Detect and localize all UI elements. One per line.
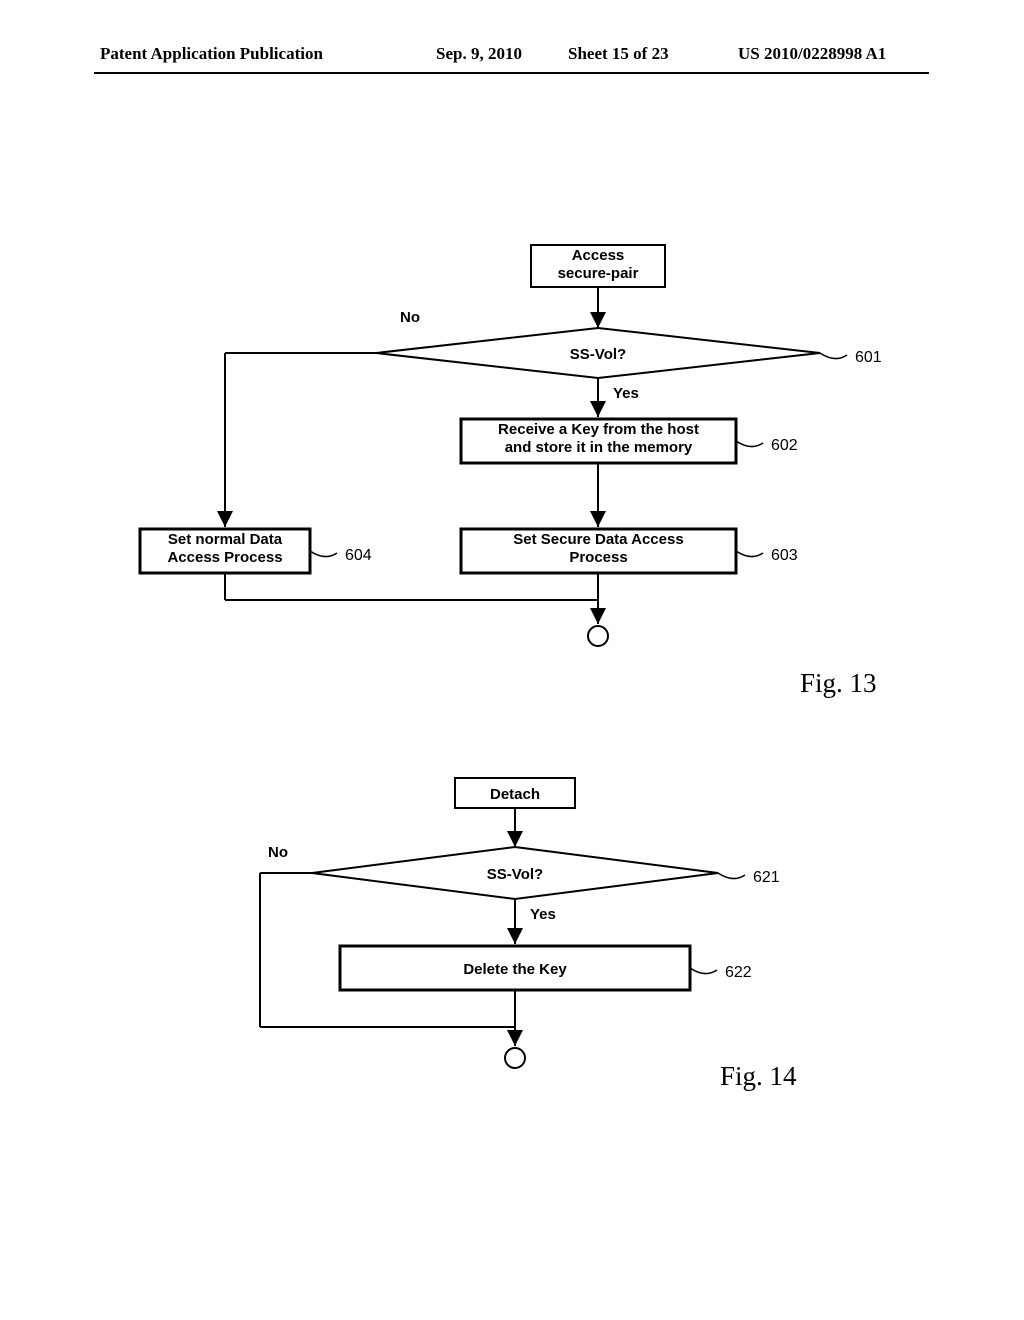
fig14-no-label: No <box>268 844 288 861</box>
fig14-decision: SS-Vol? <box>487 866 543 883</box>
fig14-ref-621: 621 <box>753 869 780 886</box>
fig14-box-622: Delete the Key <box>463 961 567 978</box>
fig14-caption: Fig. 14 <box>720 1061 797 1091</box>
fig14-ref-622: 622 <box>725 964 752 981</box>
fig14-flowchart: Detach SS-Vol? No Yes Delete the Key 621… <box>0 0 1024 1320</box>
fig14-yes-label: Yes <box>530 906 556 923</box>
fig14-start-box: Detach <box>490 786 540 803</box>
